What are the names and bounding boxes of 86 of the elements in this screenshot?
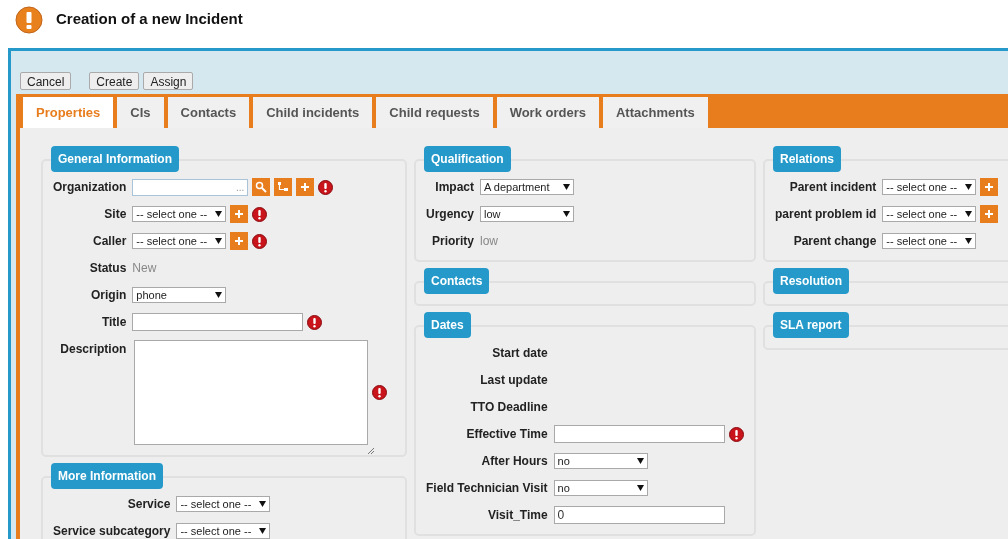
select-field[interactable]: no (553, 480, 648, 496)
plus-icon (984, 182, 995, 192)
select-field[interactable]: low (480, 206, 575, 222)
caret-icon (259, 501, 267, 507)
select-field[interactable]: -- select one -- (882, 179, 977, 195)
caret-icon (636, 485, 644, 491)
add-button[interactable] (980, 205, 999, 223)
caret-icon (965, 211, 973, 217)
tab[interactable]: CIs (117, 97, 164, 128)
field-label: Caller (92, 233, 127, 250)
hierarchy-button[interactable] (274, 178, 293, 196)
caret-icon (563, 211, 571, 217)
plus-icon (300, 182, 311, 192)
section-title: SLA report (773, 312, 849, 338)
field-label: After Hours (480, 453, 548, 470)
select-field[interactable]: -- select one -- (132, 206, 227, 222)
caret-icon (259, 528, 267, 534)
section-title: More Information (51, 463, 163, 489)
plus-icon (234, 236, 245, 246)
tab[interactable]: Work orders (496, 97, 599, 128)
field-label: parent problem id (774, 206, 877, 223)
add-button[interactable] (230, 232, 249, 250)
select-field[interactable]: -- select one -- (176, 496, 271, 512)
search-button[interactable] (252, 178, 271, 196)
field-label: Organization (52, 179, 127, 196)
select-field[interactable]: -- select one -- (882, 233, 977, 249)
tab[interactable]: Child incidents (253, 97, 373, 128)
resize-grip-icon (368, 448, 375, 454)
field-label: Priority (431, 233, 475, 250)
caret-icon (965, 184, 973, 190)
text-field[interactable]: 0 (553, 506, 725, 524)
description-field[interactable] (134, 340, 369, 445)
field-label: Site (103, 206, 127, 223)
field-label: Parent change (792, 233, 877, 250)
field-label: Service (126, 496, 171, 513)
tab[interactable]: Contacts (167, 97, 250, 128)
caret-icon (563, 184, 571, 190)
select-field[interactable]: phone (132, 287, 227, 303)
tab[interactable]: Attachments (603, 97, 708, 128)
field-label: Title (100, 314, 127, 331)
caret-icon (215, 292, 223, 298)
plus-icon (984, 209, 995, 219)
select-field[interactable]: -- select one -- (882, 206, 977, 222)
search-icon (255, 181, 268, 193)
section-title: Relations (773, 146, 841, 172)
warning-icon (15, 6, 43, 34)
field-label: Service subcategory (52, 523, 171, 539)
select-field[interactable]: no (553, 453, 648, 469)
field-value: New (132, 260, 157, 277)
section-title: Dates (424, 312, 471, 338)
field-label: TTO Deadline (469, 399, 548, 416)
page-title: Creation of a new Incident (56, 9, 243, 29)
section-title: Contacts (424, 268, 490, 294)
section-title: General Information (51, 146, 180, 172)
field-value: low (480, 233, 499, 250)
field-label: Last update (479, 372, 548, 389)
toolbar-button[interactable]: Assign (143, 71, 194, 90)
text-field[interactable] (132, 313, 304, 331)
field-label: Description (59, 341, 127, 358)
toolbar-button[interactable]: Create (89, 71, 140, 90)
field-label: Origin (90, 287, 127, 304)
hierarchy-icon (277, 181, 290, 193)
plus-icon (234, 209, 245, 219)
select-field[interactable]: -- select one -- (176, 523, 271, 539)
section-title: Resolution (773, 268, 849, 294)
toolbar-button[interactable]: Cancel (20, 71, 72, 90)
select-field[interactable]: -- select one -- (132, 233, 227, 249)
caret-icon (636, 458, 644, 464)
section-title: Qualification (424, 146, 511, 172)
add-button[interactable] (296, 178, 315, 196)
caret-icon (965, 238, 973, 244)
add-button[interactable] (980, 178, 999, 196)
caret-icon (215, 238, 223, 244)
field-label: Status (88, 260, 127, 277)
text-field[interactable] (553, 425, 725, 443)
field-label: Visit_Time (487, 507, 548, 524)
field-label: Urgency (425, 206, 475, 223)
tab[interactable]: Child requests (376, 97, 493, 128)
field-label: Effective Time (465, 426, 548, 443)
select-field[interactable]: A department (480, 179, 575, 195)
field-label: Start date (491, 345, 548, 362)
add-button[interactable] (230, 205, 249, 223)
field-label: Impact (434, 179, 475, 196)
field-label: Parent incident (788, 179, 877, 196)
field-label: Field Technician Visit (425, 480, 548, 497)
caret-icon (215, 211, 223, 217)
